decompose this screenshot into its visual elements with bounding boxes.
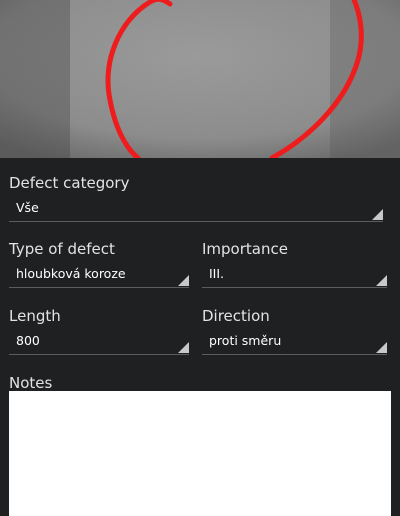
length-underline bbox=[9, 354, 189, 355]
dropdown-arrow-icon bbox=[178, 342, 189, 353]
direction-underline bbox=[202, 354, 387, 355]
length-select[interactable]: 800 bbox=[9, 329, 189, 355]
notes-label: Notes bbox=[9, 374, 53, 392]
dropdown-arrow-icon bbox=[178, 275, 189, 286]
type-of-defect-label: Type of defect bbox=[9, 240, 115, 258]
importance-underline bbox=[202, 287, 387, 288]
importance-label: Importance bbox=[202, 240, 288, 258]
type-of-defect-underline bbox=[9, 287, 189, 288]
defect-category-select[interactable]: Vše bbox=[9, 196, 383, 222]
photo-image bbox=[0, 0, 400, 158]
importance-value: III. bbox=[209, 266, 225, 281]
notes-input[interactable] bbox=[9, 391, 391, 516]
dropdown-arrow-icon bbox=[376, 275, 387, 286]
defect-category-value: Vše bbox=[16, 200, 39, 215]
defect-category-underline bbox=[9, 221, 383, 222]
importance-select[interactable]: III. bbox=[202, 262, 387, 288]
defect-category-label: Defect category bbox=[9, 174, 130, 192]
direction-label: Direction bbox=[202, 307, 270, 325]
type-of-defect-value: hloubková koroze bbox=[16, 266, 126, 281]
length-label: Length bbox=[9, 307, 61, 325]
direction-value: proti směru bbox=[209, 333, 282, 348]
direction-select[interactable]: proti směru bbox=[202, 329, 387, 355]
dropdown-arrow-icon bbox=[376, 342, 387, 353]
dropdown-arrow-icon bbox=[372, 209, 383, 220]
defect-photo bbox=[0, 0, 400, 158]
length-value: 800 bbox=[16, 333, 40, 348]
type-of-defect-select[interactable]: hloubková koroze bbox=[9, 262, 189, 288]
defect-form: Defect category Vše Type of defect hloub… bbox=[0, 158, 400, 516]
